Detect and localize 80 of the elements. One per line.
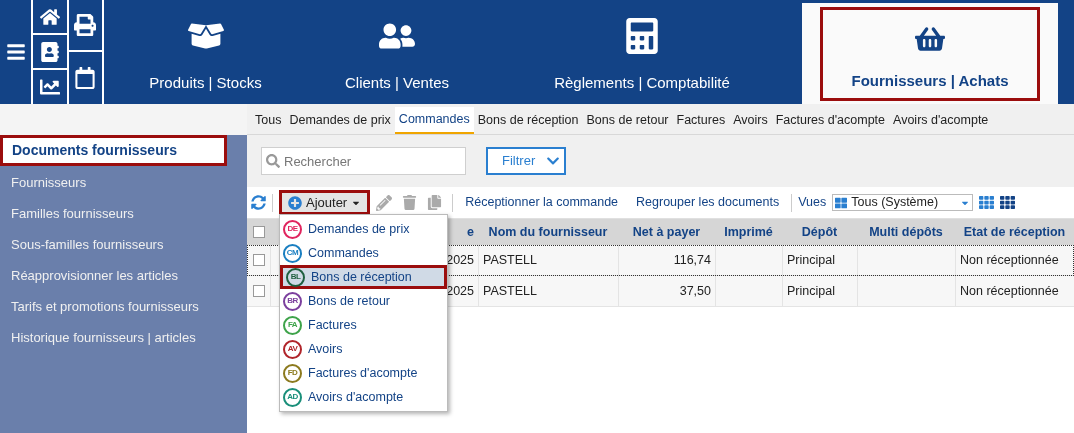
module-label: Produits | Stocks	[149, 72, 262, 93]
menu-icon[interactable]	[0, 0, 32, 104]
table-cell-text: Principal	[786, 251, 836, 269]
module-label: Fournisseurs | Achats	[851, 70, 1009, 91]
module-label: Règlements | Comptabilité	[554, 72, 730, 93]
document-code-badge: CM	[283, 243, 302, 263]
copy-icon[interactable]	[427, 195, 443, 210]
module-tab[interactable]: Fournisseurs | Achats	[802, 3, 1058, 104]
views-label: Vues	[798, 194, 827, 212]
column-header[interactable]: Imprimé	[715, 222, 782, 242]
table-cell-text: Principal	[786, 282, 836, 300]
grid-icon[interactable]	[979, 195, 995, 210]
grid-icon	[835, 196, 848, 209]
tab[interactable]: Bons de réception	[473, 107, 583, 134]
filter-button[interactable]: Filtrer	[486, 147, 566, 175]
refresh-icon[interactable]	[251, 195, 266, 210]
trash-icon[interactable]	[402, 195, 418, 210]
tab[interactable]: Commandes	[394, 107, 474, 134]
menu-item[interactable]: DE Demandes de prix	[280, 217, 447, 241]
print-icon[interactable]	[68, 0, 102, 50]
add-button[interactable]: Ajouter	[279, 190, 371, 215]
toolbar-link[interactable]: Regrouper les documents	[630, 193, 786, 212]
document-code-badge: DE	[283, 219, 302, 239]
calendar-icon[interactable]	[68, 52, 102, 104]
tab[interactable]: Avoirs	[729, 107, 772, 134]
table-cell-text: PASTELL	[482, 282, 538, 300]
table-cell-text: 116,74	[672, 251, 712, 269]
column-header[interactable]: Etat de réception	[955, 222, 1074, 242]
document-code-badge: FD	[283, 363, 302, 383]
sidebar-item[interactable]: Documents fournisseurs	[0, 135, 227, 166]
home-icon[interactable]	[33, 0, 67, 33]
module-tab[interactable]: Produits | Stocks	[104, 0, 307, 104]
document-code-badge: BL	[286, 267, 305, 287]
document-code-badge: BR	[283, 291, 302, 311]
search-field[interactable]: Rechercher	[261, 147, 466, 175]
views-dropdown[interactable]: Tous (Système)	[832, 194, 974, 211]
menu-item[interactable]: AV Avoirs	[280, 337, 447, 361]
column-header[interactable]: Multi dépôts	[857, 222, 955, 242]
menu-item[interactable]: FD Factures d'acompte	[280, 361, 447, 385]
checkbox[interactable]	[252, 285, 265, 297]
sidebar-item[interactable]: Sous-familles fournisseurs	[0, 229, 247, 260]
tab[interactable]: Bons de retour	[582, 107, 673, 134]
checkbox[interactable]	[252, 254, 265, 266]
menu-item[interactable]: FA Factures	[280, 313, 447, 337]
column-header[interactable]: Dépôt	[782, 222, 857, 242]
tab[interactable]: Factures	[672, 107, 730, 134]
basket-icon	[915, 24, 945, 54]
sidebar-item[interactable]: Familles fournisseurs	[0, 198, 247, 229]
tab[interactable]: Tous	[251, 107, 286, 134]
column-header[interactable]: Nom du fournisseur	[478, 222, 618, 242]
tab[interactable]: Avoirs d'acompte	[889, 107, 993, 134]
pencil-icon[interactable]	[376, 194, 393, 211]
document-code-badge: FA	[283, 315, 302, 335]
chart-icon[interactable]	[33, 70, 67, 104]
grid-icon[interactable]	[1000, 195, 1016, 210]
sidebar-item[interactable]: Réapprovisionner les articles	[0, 260, 247, 291]
table-cell-text: 37,50	[678, 282, 712, 300]
table-cell-text: PASTELL	[482, 251, 538, 269]
table-cell-text: 2025	[445, 251, 475, 269]
sidebar-item[interactable]: Fournisseurs	[0, 167, 247, 198]
table-cell-text: 2025	[445, 282, 475, 300]
document-code-badge: AD	[283, 387, 302, 407]
search-icon	[266, 154, 280, 168]
table-cell-text: Non réceptionnée	[959, 282, 1060, 300]
column-header[interactable]: Net à payer	[618, 222, 715, 242]
module-label: Clients | Ventes	[345, 72, 449, 93]
toolbar-link[interactable]: Réceptionner la commande	[459, 193, 625, 212]
sidebar-item[interactable]: Historique fournisseurs | articles	[0, 322, 247, 353]
tab[interactable]: Factures d'acompte	[771, 107, 890, 134]
document-code-badge: AV	[283, 339, 302, 359]
table-cell-text: Non réceptionnée	[959, 251, 1060, 269]
checkbox[interactable]	[252, 226, 265, 238]
module-tab[interactable]: Clients | Ventes	[307, 0, 487, 104]
calculator-icon	[624, 18, 660, 54]
address-book-icon[interactable]	[33, 35, 67, 68]
module-tab[interactable]: Règlements | Comptabilité	[487, 0, 797, 104]
tab[interactable]: Demandes de prix	[285, 107, 395, 134]
sidebar-item[interactable]: Tarifs et promotions fournisseurs	[0, 291, 247, 322]
menu-item[interactable]: BL Bons de réception	[280, 265, 447, 289]
menu-item[interactable]: AD Avoirs d'acompte	[280, 385, 447, 409]
